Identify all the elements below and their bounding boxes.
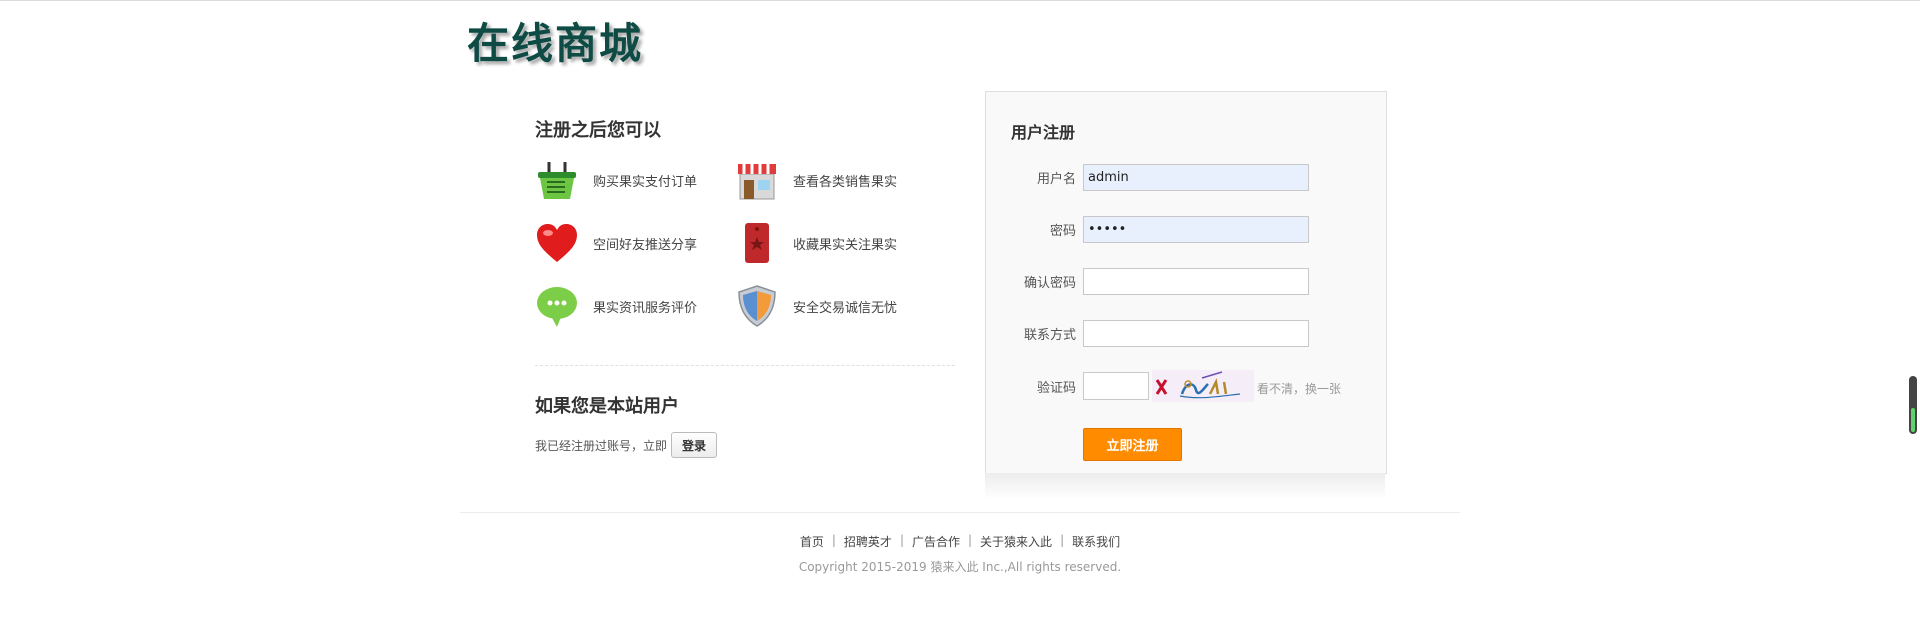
contact-input[interactable] [1083, 320, 1309, 347]
footer-separator: | [968, 533, 973, 547]
chat-bubble-icon [535, 284, 579, 328]
feature-item: 收藏果实关注果实 [735, 221, 897, 265]
feature-label: 购买果实支付订单 [593, 174, 698, 190]
feature-item: 安全交易诚信无忧 [735, 284, 897, 328]
feature-label: 安全交易诚信无忧 [793, 300, 898, 316]
captcha-image[interactable] [1152, 370, 1254, 402]
feature-item: 空间好友推送分享 [535, 221, 697, 265]
footer-separator: | [899, 533, 904, 547]
top-border [0, 0, 1920, 1]
register-title: 用户注册 [1011, 123, 1076, 142]
feature-item: 购买果实支付订单 [535, 158, 697, 202]
confirm-password-label: 确认密码 [1023, 276, 1076, 291]
feature-label: 空间好友推送分享 [593, 237, 698, 253]
password-label: 密码 [1049, 224, 1076, 239]
site-logo[interactable]: 在线商城 [467, 10, 643, 71]
bookmark-icon [735, 221, 779, 265]
member-login-text: 我已经注册过账号，立即 [535, 438, 668, 453]
footer-link-careers[interactable]: 招聘英才 [844, 533, 892, 550]
scrollbar-thumb[interactable] [1911, 408, 1915, 432]
register-submit-button[interactable]: 立即注册 [1083, 428, 1182, 461]
shop-icon [735, 158, 779, 202]
feature-label: 收藏果实关注果实 [793, 237, 898, 253]
footer-link-contact[interactable]: 联系我们 [1072, 533, 1120, 550]
contact-label: 联系方式 [1023, 328, 1076, 343]
member-login-line: 我已经注册过账号，立即 登录 [535, 432, 718, 458]
username-label: 用户名 [1036, 172, 1076, 187]
heart-icon [535, 221, 579, 265]
footer-link-about[interactable]: 关于猿来入此 [980, 533, 1052, 550]
login-button[interactable]: 登录 [671, 432, 718, 458]
benefits-title: 注册之后您可以 [535, 120, 661, 141]
feature-label: 果实资讯服务评价 [593, 300, 698, 316]
captcha-label: 验证码 [1036, 381, 1076, 396]
captcha-input[interactable] [1083, 372, 1149, 400]
feature-item: 查看各类销售果实 [735, 158, 897, 202]
basket-icon [535, 158, 579, 202]
footer-divider [460, 512, 1460, 513]
password-input[interactable]: ••••• [1083, 216, 1309, 243]
feature-item: 果实资讯服务评价 [535, 284, 697, 328]
captcha-refresh-link[interactable]: 看不清，换一张 [1257, 380, 1341, 397]
section-divider [535, 365, 955, 366]
footer-separator: | [831, 533, 836, 547]
footer-separator: | [1060, 533, 1065, 547]
footer-link-ads[interactable]: 广告合作 [912, 533, 960, 550]
shield-icon [735, 284, 779, 328]
copyright-text: Copyright 2015-2019 猿来入此 Inc.,All rights… [798, 560, 1122, 574]
panel-shadow [985, 473, 1385, 499]
footer-nav: 首页 | 招聘英才 | 广告合作 | 关于猿来入此 | 联系我们 [0, 533, 1920, 550]
feature-label: 查看各类销售果实 [793, 174, 898, 190]
confirm-password-input[interactable] [1083, 268, 1309, 295]
username-input[interactable]: admin [1083, 164, 1309, 191]
footer-link-home[interactable]: 首页 [800, 533, 824, 550]
member-title: 如果您是本站用户 [535, 396, 679, 417]
